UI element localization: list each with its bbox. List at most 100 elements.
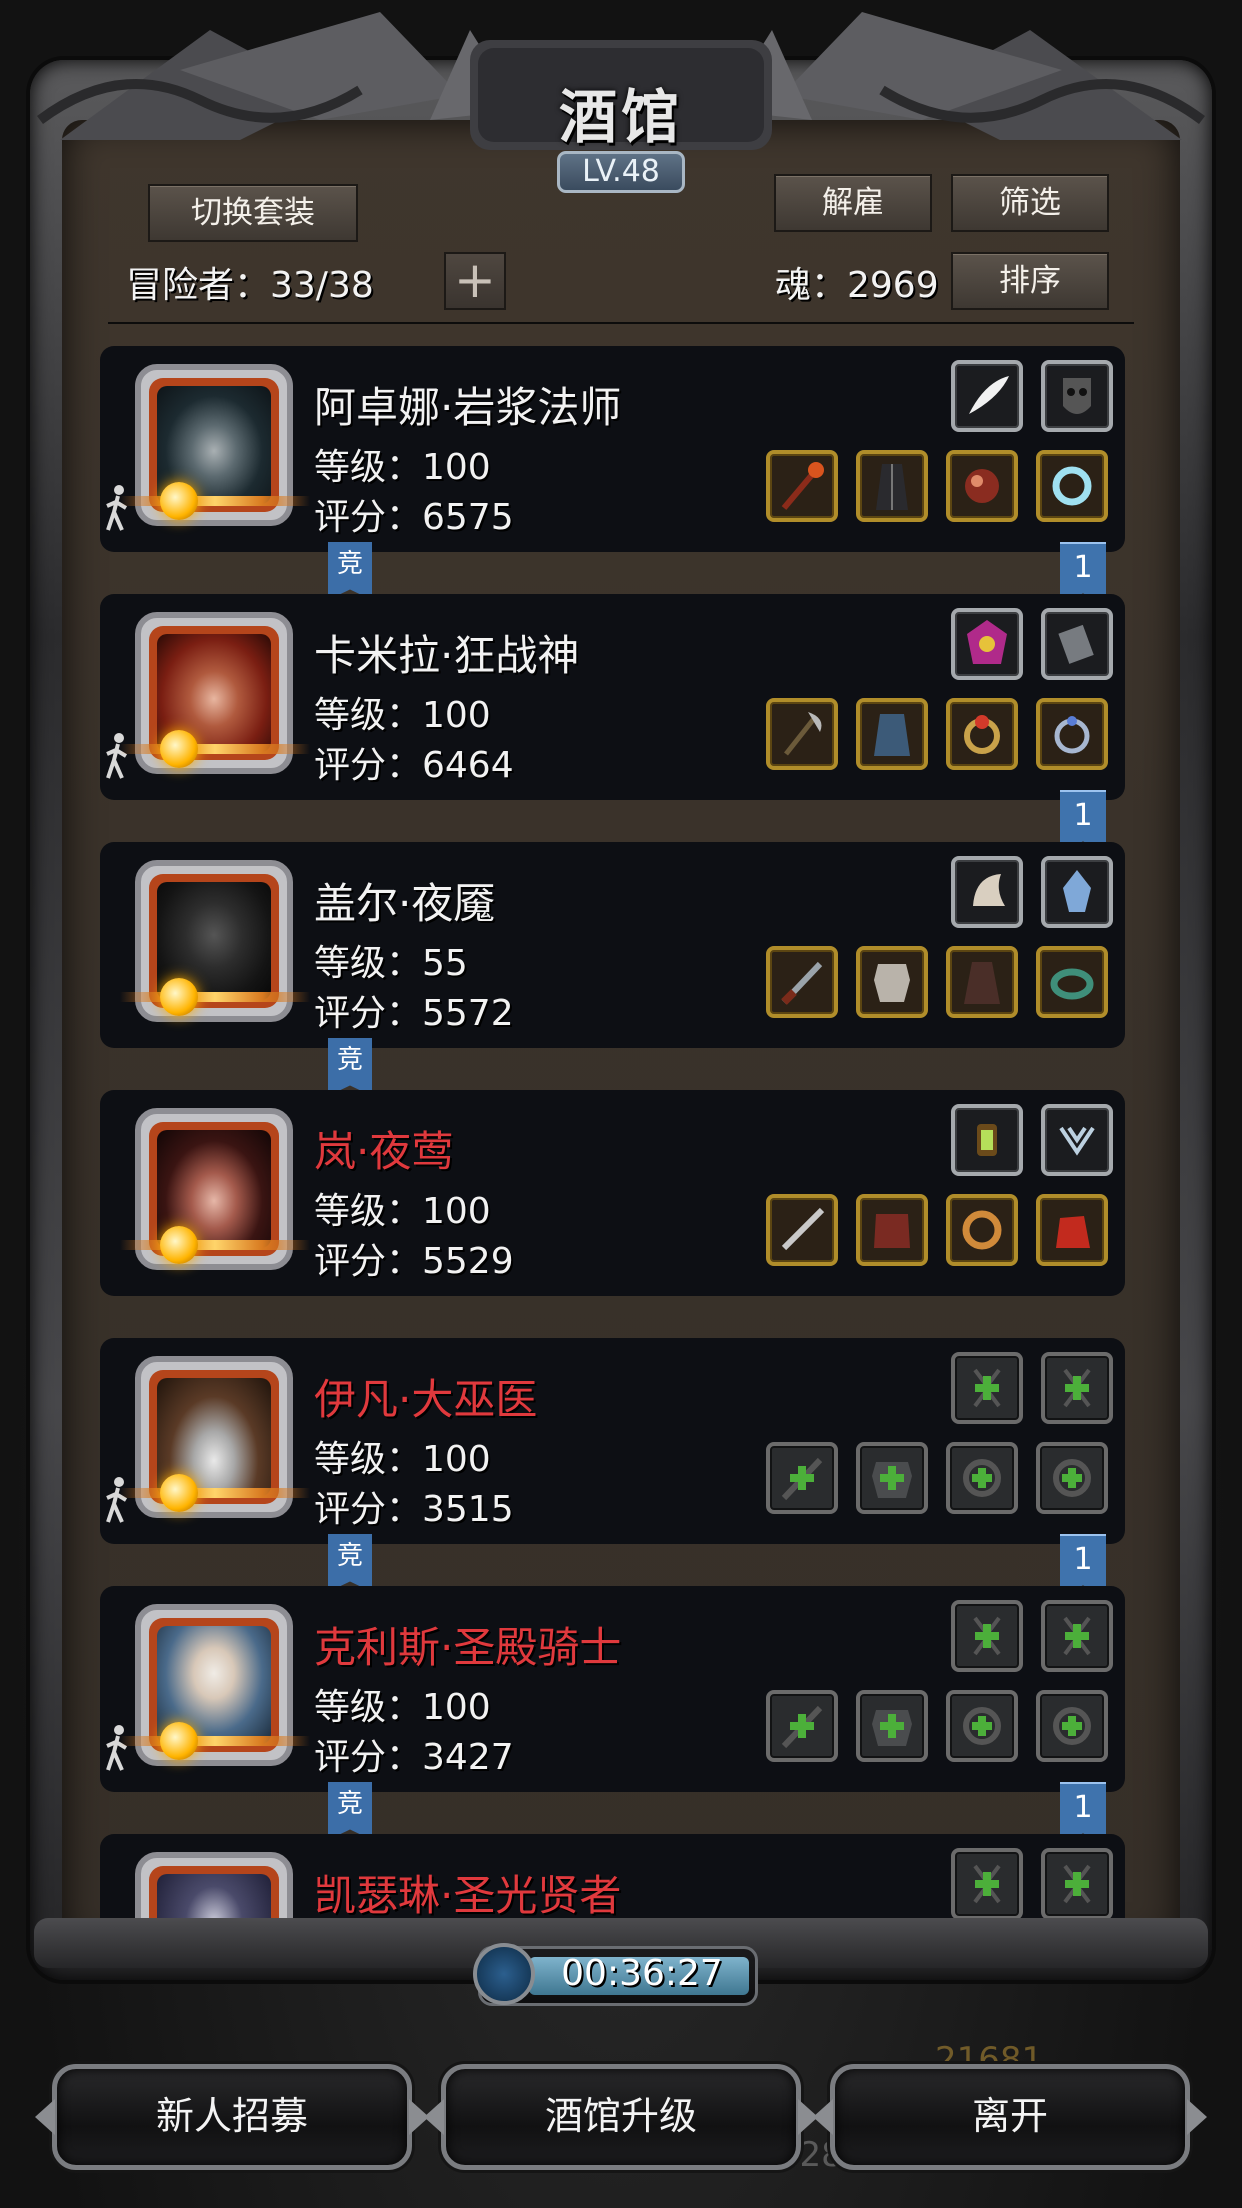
sigil-icon[interactable] <box>1041 1104 1113 1176</box>
ring-icon[interactable] <box>1036 450 1108 522</box>
hero-name: 阿卓娜·岩浆法师 <box>314 383 622 432</box>
cape-icon[interactable] <box>856 698 928 770</box>
running-figure-icon <box>106 485 128 531</box>
claw-icon[interactable] <box>951 856 1023 928</box>
hero-level: 等级：100 <box>314 1191 491 1232</box>
gem-ring-icon[interactable] <box>946 698 1018 770</box>
empty-slot-icon[interactable] <box>1041 1600 1113 1672</box>
empty-slot-icon[interactable] <box>951 1352 1023 1424</box>
axe-icon[interactable] <box>766 698 838 770</box>
hero-card[interactable]: 凯瑟琳·圣光贤者 <box>100 1834 1125 1925</box>
staff-icon[interactable] <box>766 450 838 522</box>
cloak-icon[interactable] <box>946 946 1018 1018</box>
hero-portrait[interactable] <box>135 1852 293 1925</box>
empty-ring-icon[interactable] <box>946 1690 1018 1762</box>
portrait-wing-decoration <box>120 744 310 754</box>
upgrade-tavern-button[interactable]: 酒馆升级 <box>441 2064 801 2170</box>
soul-count: 魂：2969 <box>775 265 939 306</box>
hero-score: 评分：3515 <box>314 1489 514 1530</box>
page-title: 酒馆 <box>558 83 683 151</box>
dagger-icon[interactable] <box>766 946 838 1018</box>
ring-icon[interactable] <box>946 1194 1018 1266</box>
recruit-timer: 00:36:27 <box>473 1943 758 2006</box>
hero-level: 等级：100 <box>314 695 491 736</box>
chest-armor-icon[interactable] <box>856 1194 928 1266</box>
crystal-icon[interactable] <box>1041 856 1113 928</box>
clock-icon <box>473 1943 535 2005</box>
hero-card[interactable]: 阿卓娜·岩浆法师 等级：100 评分：6575 竞 1 <box>100 346 1125 606</box>
adventurer-count: 冒险者：33/38 <box>126 265 374 306</box>
hero-score: 评分：5572 <box>314 993 514 1034</box>
moon-emblem-icon <box>160 1474 198 1512</box>
portrait-wing-decoration <box>120 1240 310 1250</box>
hero-name: 卡米拉·狂战神 <box>314 631 580 680</box>
hero-card[interactable]: 岚·夜莺 等级：100 评分：5529 <box>100 1090 1125 1296</box>
moon-emblem-icon <box>160 978 198 1016</box>
hero-card[interactable]: 克利斯·圣殿骑士 等级：100 评分：3427 竞 1 <box>100 1586 1125 1846</box>
hero-card[interactable]: 盖尔·夜魇 等级：55 评分：5572 竞 <box>100 842 1125 1096</box>
arena-badge: 竞 <box>328 1534 372 1592</box>
hero-list[interactable]: 阿卓娜·岩浆法师 等级：100 评分：6575 竞 1 卡米拉·狂战神 等级：1… <box>100 340 1150 1925</box>
recruit-button[interactable]: 新人招募 <box>52 2064 412 2170</box>
running-figure-icon <box>106 733 128 779</box>
pouch-icon[interactable] <box>1036 1194 1108 1266</box>
empty-ring-icon[interactable] <box>1036 1690 1108 1762</box>
sort-button[interactable]: 排序 <box>951 252 1109 310</box>
orb-icon[interactable] <box>946 450 1018 522</box>
feather-icon[interactable] <box>951 360 1023 432</box>
moon-emblem-icon <box>160 730 198 768</box>
armor-icon[interactable] <box>856 946 928 1018</box>
empty-slot-icon[interactable] <box>951 1848 1023 1920</box>
robe-icon[interactable] <box>856 450 928 522</box>
lantern-icon[interactable] <box>951 1104 1023 1176</box>
empty-armor-icon[interactable] <box>856 1442 928 1514</box>
empty-slot-icon[interactable] <box>1041 1352 1113 1424</box>
leave-button[interactable]: 离开 <box>830 2064 1190 2170</box>
hero-level: 等级：100 <box>314 1439 491 1480</box>
empty-weapon-icon[interactable] <box>766 1442 838 1514</box>
mask-icon[interactable] <box>1041 360 1113 432</box>
moon-emblem-icon <box>160 1226 198 1264</box>
hero-card[interactable]: 伊凡·大巫医 等级：100 评分：3515 竞 1 <box>100 1338 1125 1598</box>
hero-score: 评分：3427 <box>314 1737 514 1778</box>
arena-badge: 竞 <box>328 542 372 600</box>
empty-slot-icon[interactable] <box>951 1600 1023 1672</box>
hero-level: 等级：100 <box>314 1687 491 1728</box>
portrait-wing-decoration <box>120 496 310 506</box>
portrait-wing-decoration <box>120 1736 310 1746</box>
bracelet-icon[interactable] <box>1036 946 1108 1018</box>
portrait-wing-decoration <box>120 992 310 1002</box>
hero-name: 伊凡·大巫医 <box>314 1375 538 1424</box>
hero-score: 评分：6575 <box>314 497 514 538</box>
running-figure-icon <box>106 1477 128 1523</box>
empty-ring-icon[interactable] <box>946 1442 1018 1514</box>
empty-ring-icon[interactable] <box>1036 1442 1108 1514</box>
timer-value: 00:36:27 <box>561 1953 723 1994</box>
moon-emblem-icon <box>160 482 198 520</box>
portrait-wing-decoration <box>120 1488 310 1498</box>
arena-badge: 竞 <box>328 1782 372 1840</box>
hero-score: 评分：6464 <box>314 745 514 786</box>
switch-outfit-button[interactable]: 切换套装 <box>148 184 358 242</box>
empty-weapon-icon[interactable] <box>766 1690 838 1762</box>
tome-icon[interactable] <box>1041 608 1113 680</box>
header-divider <box>108 322 1134 324</box>
hero-name: 盖尔·夜魇 <box>314 879 496 928</box>
hero-level: 等级：55 <box>314 943 468 984</box>
add-adventurer-slot-button[interactable]: + <box>444 252 506 310</box>
blade-icon[interactable] <box>766 1194 838 1266</box>
hero-name: 岚·夜莺 <box>314 1127 454 1176</box>
hero-score: 评分：5529 <box>314 1241 514 1282</box>
hero-name: 凯瑟琳·圣光贤者 <box>314 1871 622 1920</box>
dismiss-button[interactable]: 解雇 <box>774 174 932 232</box>
filter-button[interactable]: 筛选 <box>951 174 1109 232</box>
empty-slot-icon[interactable] <box>1041 1848 1113 1920</box>
ring-icon[interactable] <box>1036 698 1108 770</box>
arena-badge: 竞 <box>328 1038 372 1096</box>
empty-armor-icon[interactable] <box>856 1690 928 1762</box>
emblem-icon[interactable] <box>951 608 1023 680</box>
hero-level: 等级：100 <box>314 447 491 488</box>
tavern-level-badge: LV.48 <box>557 151 685 193</box>
hero-card[interactable]: 卡米拉·狂战神 等级：100 评分：6464 1 <box>100 594 1125 854</box>
running-figure-icon <box>106 1725 128 1771</box>
